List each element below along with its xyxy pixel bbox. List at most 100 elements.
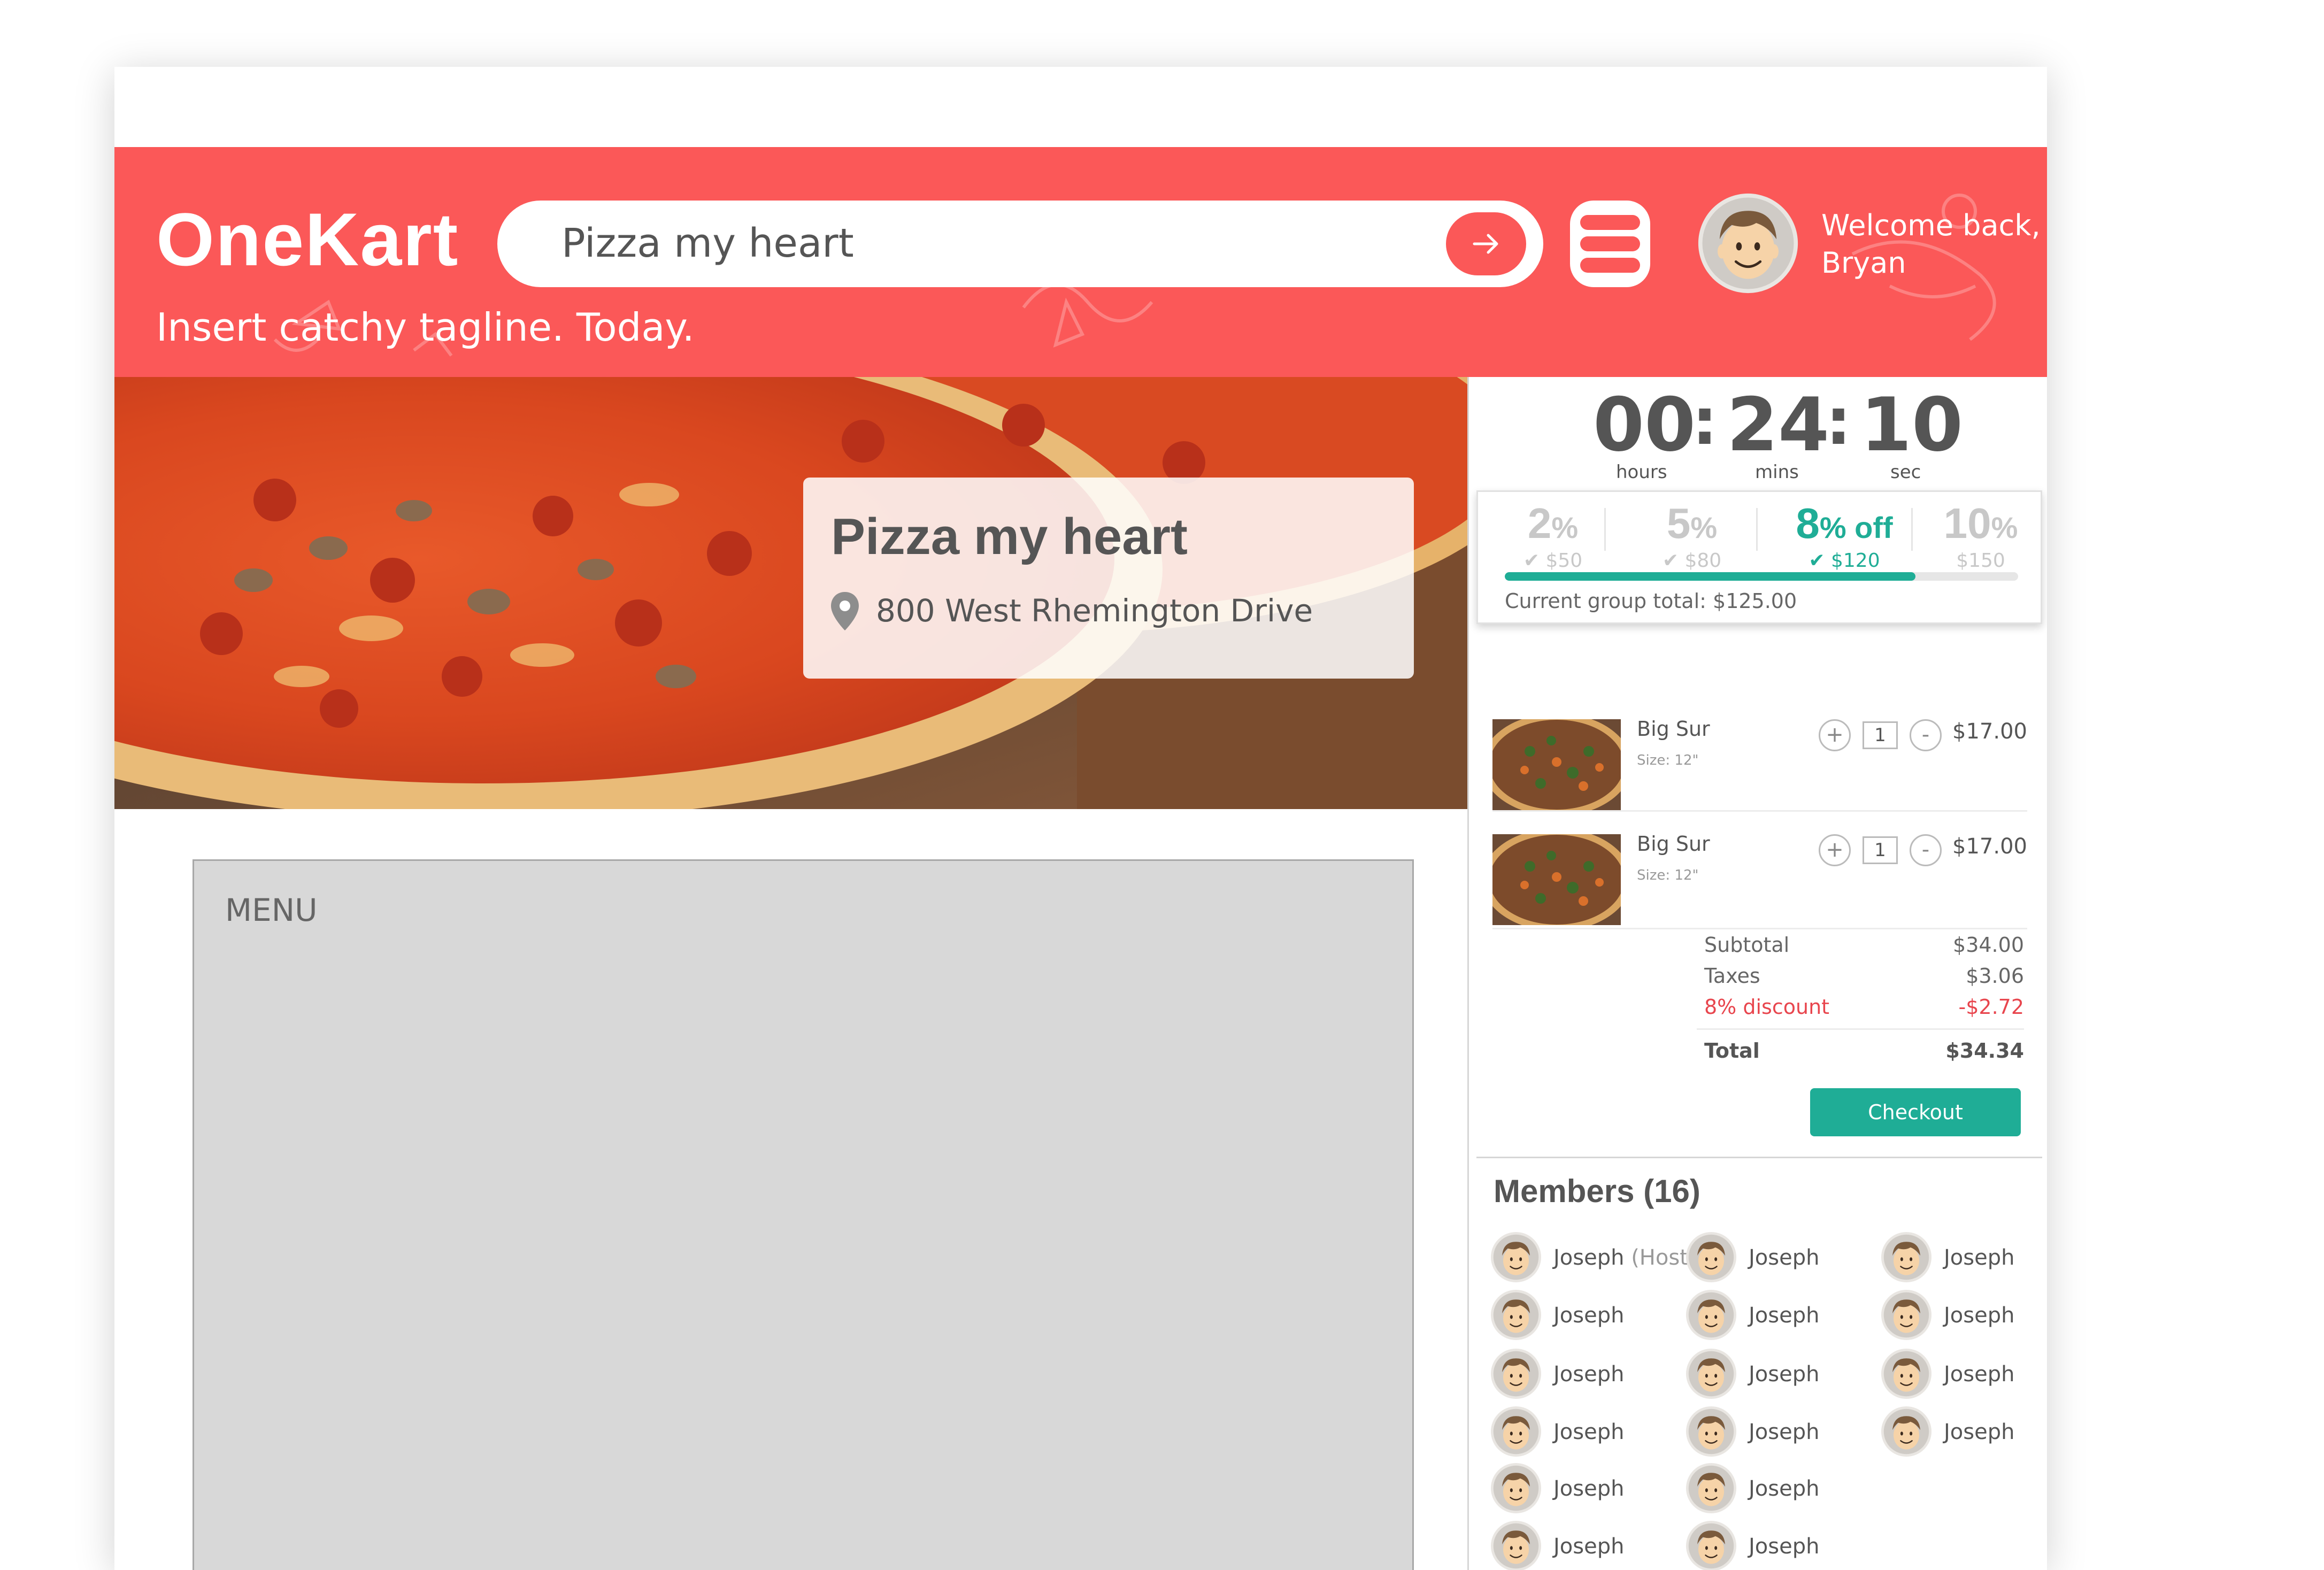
member-avatar <box>1881 1348 1932 1399</box>
member-name-text: Joseph <box>1944 1420 2015 1444</box>
member-avatar <box>1881 1232 1932 1283</box>
tier-unit: % <box>1991 511 2018 544</box>
member-name: Joseph <box>1553 1476 1624 1501</box>
search-input[interactable] <box>561 217 1396 270</box>
tier-percent: 5 <box>1666 499 1691 547</box>
search-bar <box>497 201 1543 287</box>
tier-percent: 10 <box>1943 499 1991 547</box>
member-avatar <box>1686 1232 1737 1283</box>
timer-seconds-label: sec <box>1890 461 1921 483</box>
member-item[interactable]: Joseph <box>1881 1348 2047 1402</box>
member-avatar <box>1881 1289 1932 1341</box>
subtotal-value: $34.00 <box>1953 933 2024 957</box>
checkout-button[interactable]: Checkout <box>1810 1088 2021 1136</box>
restaurant-hero: Pizza my heart 800 West Rhemington Drive <box>114 377 1467 809</box>
tier-threshold: $50 <box>1545 550 1583 572</box>
taxes-value: $3.06 <box>1966 964 2024 988</box>
discount-tier: 2% ✔ $50 <box>1489 499 1617 572</box>
divider <box>1492 810 2027 812</box>
search-submit-button[interactable] <box>1446 212 1526 275</box>
discount-tier: 5% ✔ $80 <box>1628 499 1756 572</box>
quantity-field[interactable]: 1 <box>1863 721 1898 749</box>
arrow-right-icon <box>1473 234 1498 254</box>
member-avatar <box>1490 1348 1542 1399</box>
location-pin-icon <box>831 592 859 630</box>
quantity-increase-button[interactable]: + <box>1819 834 1851 866</box>
restaurant-info-card: Pizza my heart 800 West Rhemington Drive <box>803 478 1414 679</box>
member-name-text: Joseph <box>1944 1362 2015 1387</box>
member-item[interactable]: Joseph <box>1881 1406 2047 1459</box>
cart-item-price: $17.00 <box>1952 834 2027 859</box>
timer-seconds: 10 <box>1860 382 1964 468</box>
member-item[interactable]: Joseph <box>1686 1348 1889 1402</box>
tagline: Insert catchy tagline. Today. <box>156 305 695 350</box>
member-name: Joseph <box>1944 1362 2014 1387</box>
member-item[interactable]: Joseph <box>1686 1232 1889 1285</box>
tier-separator <box>1756 508 1758 551</box>
quantity-field[interactable]: 1 <box>1863 836 1898 864</box>
member-item[interactable]: Joseph <box>1490 1520 1694 1570</box>
welcome-message: Welcome back, Bryan <box>1821 207 2041 282</box>
check-circle-icon: ✔ <box>1662 550 1679 572</box>
member-item[interactable]: Joseph <box>1686 1406 1889 1459</box>
member-item[interactable]: Joseph <box>1686 1520 1889 1570</box>
member-name-text: Joseph <box>1553 1476 1625 1501</box>
member-name-text: Joseph <box>1553 1534 1625 1559</box>
member-name-text: Joseph <box>1553 1362 1625 1387</box>
member-name-text: Joseph <box>1749 1534 1820 1559</box>
member-item[interactable]: Joseph <box>1490 1463 1694 1516</box>
member-avatar <box>1686 1463 1737 1514</box>
member-name: Joseph <box>1749 1476 1819 1501</box>
group-total: Current group total: $125.00 <box>1505 589 1797 613</box>
tier-unit: % <box>1690 511 1718 544</box>
hamburger-menu-button[interactable] <box>1570 201 1650 287</box>
cart-item-name: Big Sur <box>1637 717 1710 741</box>
member-name: Joseph <box>1553 1534 1624 1559</box>
tier-threshold: $150 <box>1956 550 2005 572</box>
member-avatar <box>1686 1406 1737 1457</box>
cart-item-size: Size: 12" <box>1637 867 1699 883</box>
member-item[interactable]: Joseph <box>1490 1348 1694 1402</box>
member-avatar <box>1490 1520 1542 1570</box>
member-avatar <box>1686 1289 1737 1341</box>
discount-progress-bar <box>1505 572 2018 581</box>
member-item[interactable]: Joseph <box>1490 1289 1694 1343</box>
member-item[interactable]: Joseph <box>1490 1406 1694 1459</box>
menu-bar-line <box>1580 236 1640 251</box>
check-circle-icon: ✔ <box>1809 550 1825 572</box>
discount-row: 8% discount -$2.72 <box>1704 995 2024 1023</box>
member-item[interactable]: Joseph (Host) <box>1490 1232 1696 1285</box>
member-avatar <box>1686 1520 1737 1570</box>
cart-item-name: Big Sur <box>1637 832 1710 856</box>
tier-percent: 8 <box>1796 499 1820 547</box>
order-sidebar: 00 : 24 : 10 hours mins sec 2% ✔ $50 5% … <box>1469 377 2047 1570</box>
member-avatar <box>1490 1406 1542 1457</box>
app-window: OneKart Insert catchy tagline. Today. Pi… <box>114 67 2047 1570</box>
member-name: Joseph <box>1944 1303 2014 1328</box>
cart-item-price: $17.00 <box>1952 719 2027 744</box>
tier-unit: % <box>1551 511 1579 544</box>
member-name-text: Joseph <box>1553 1420 1625 1444</box>
menu-panel: MENU <box>193 859 1414 1570</box>
quantity-increase-button[interactable]: + <box>1819 719 1851 751</box>
user-avatar[interactable] <box>1697 193 1799 294</box>
member-item[interactable]: Joseph <box>1686 1463 1889 1516</box>
member-avatar <box>1490 1463 1542 1514</box>
member-avatar <box>1881 1406 1932 1457</box>
quantity-decrease-button[interactable]: - <box>1910 834 1942 866</box>
member-name: Joseph <box>1749 1303 1819 1328</box>
discount-tiers-card: 2% ✔ $50 5% ✔ $80 8% off ✔ $120 10% $150… <box>1476 490 2042 624</box>
member-avatar <box>1490 1232 1542 1283</box>
logo[interactable]: OneKart <box>156 196 459 283</box>
member-item[interactable]: Joseph <box>1686 1289 1889 1343</box>
taxes-label: Taxes <box>1704 964 1760 988</box>
member-item[interactable]: Joseph <box>1881 1289 2047 1343</box>
quantity-decrease-button[interactable]: - <box>1910 719 1942 751</box>
member-name-text: Joseph <box>1553 1303 1625 1328</box>
timer-minutes: 24 <box>1727 382 1830 468</box>
member-avatar <box>1490 1289 1542 1341</box>
member-name: Joseph <box>1553 1362 1624 1387</box>
discount-progress-fill <box>1505 572 1915 581</box>
member-item[interactable]: Joseph <box>1881 1232 2047 1285</box>
member-name: Joseph <box>1749 1245 1819 1270</box>
